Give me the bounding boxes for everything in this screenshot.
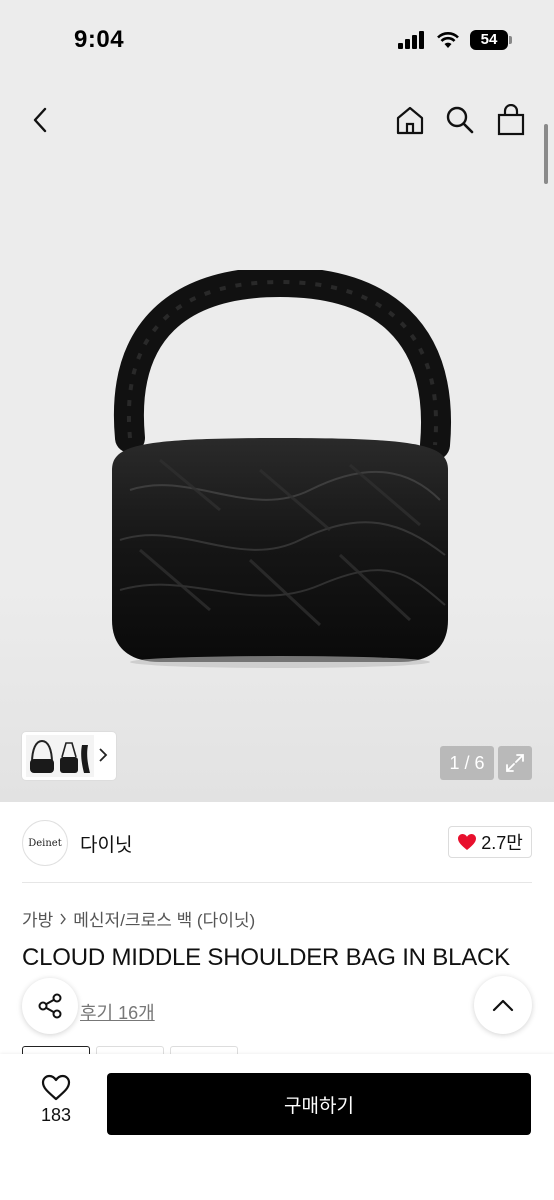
signal-icon — [398, 31, 424, 49]
buy-button[interactable]: 구매하기 — [107, 1073, 531, 1135]
share-button[interactable] — [22, 978, 78, 1034]
share-icon — [38, 993, 62, 1019]
wifi-icon — [437, 32, 459, 48]
brand-like-count: 2.7만 — [481, 833, 523, 853]
divider — [22, 882, 532, 883]
thumbnail-images — [26, 735, 94, 777]
shopping-bag-icon — [497, 104, 525, 136]
status-icons: 54 — [398, 30, 512, 50]
status-bar: 9:04 54 — [0, 0, 554, 80]
wishlist-count: 183 — [40, 1105, 72, 1125]
breadcrumb-category[interactable]: 가방 — [22, 906, 53, 931]
heart-icon — [41, 1074, 71, 1101]
breadcrumb-subcategory[interactable]: 메신저/크로스 백 (다이닛) — [73, 906, 255, 931]
search-icon — [446, 106, 474, 134]
gallery-counter: 1 / 6 — [440, 746, 494, 780]
thumbnail-strip[interactable] — [22, 732, 116, 780]
chevron-right-icon — [99, 748, 108, 762]
back-button[interactable] — [22, 100, 58, 140]
brand-logo[interactable]: Deinet — [22, 820, 68, 866]
chevron-left-icon — [33, 107, 47, 133]
battery-indicator: 54 — [470, 30, 512, 50]
scrollbar[interactable] — [544, 124, 548, 184]
cart-button[interactable] — [493, 100, 529, 140]
status-time: 9:04 — [74, 26, 125, 53]
heart-filled-icon — [458, 834, 477, 850]
expand-icon — [506, 754, 524, 772]
bottom-action-bar: 183 구매하기 — [0, 1054, 554, 1200]
home-icon — [396, 106, 424, 135]
brand-name[interactable]: 다이닛 — [80, 830, 132, 857]
brand-like-button[interactable]: 2.7만 — [448, 826, 532, 858]
home-button[interactable] — [392, 100, 428, 140]
breadcrumb: 가방 메신저/크로스 백 (다이닛) — [22, 906, 255, 931]
wishlist-button[interactable]: 183 — [24, 1074, 88, 1126]
review-link[interactable]: 후기 16개 — [80, 999, 155, 1025]
chevron-up-icon — [492, 999, 514, 1012]
expand-button[interactable] — [498, 746, 532, 780]
scroll-top-button[interactable] — [474, 976, 532, 1034]
chevron-right-icon — [60, 913, 67, 924]
product-image — [112, 270, 451, 668]
brand-row: Deinet 다이닛 2.7만 — [22, 818, 532, 868]
search-button[interactable] — [442, 100, 478, 140]
product-title: CLOUD MIDDLE SHOULDER BAG IN BLACK — [22, 944, 510, 971]
